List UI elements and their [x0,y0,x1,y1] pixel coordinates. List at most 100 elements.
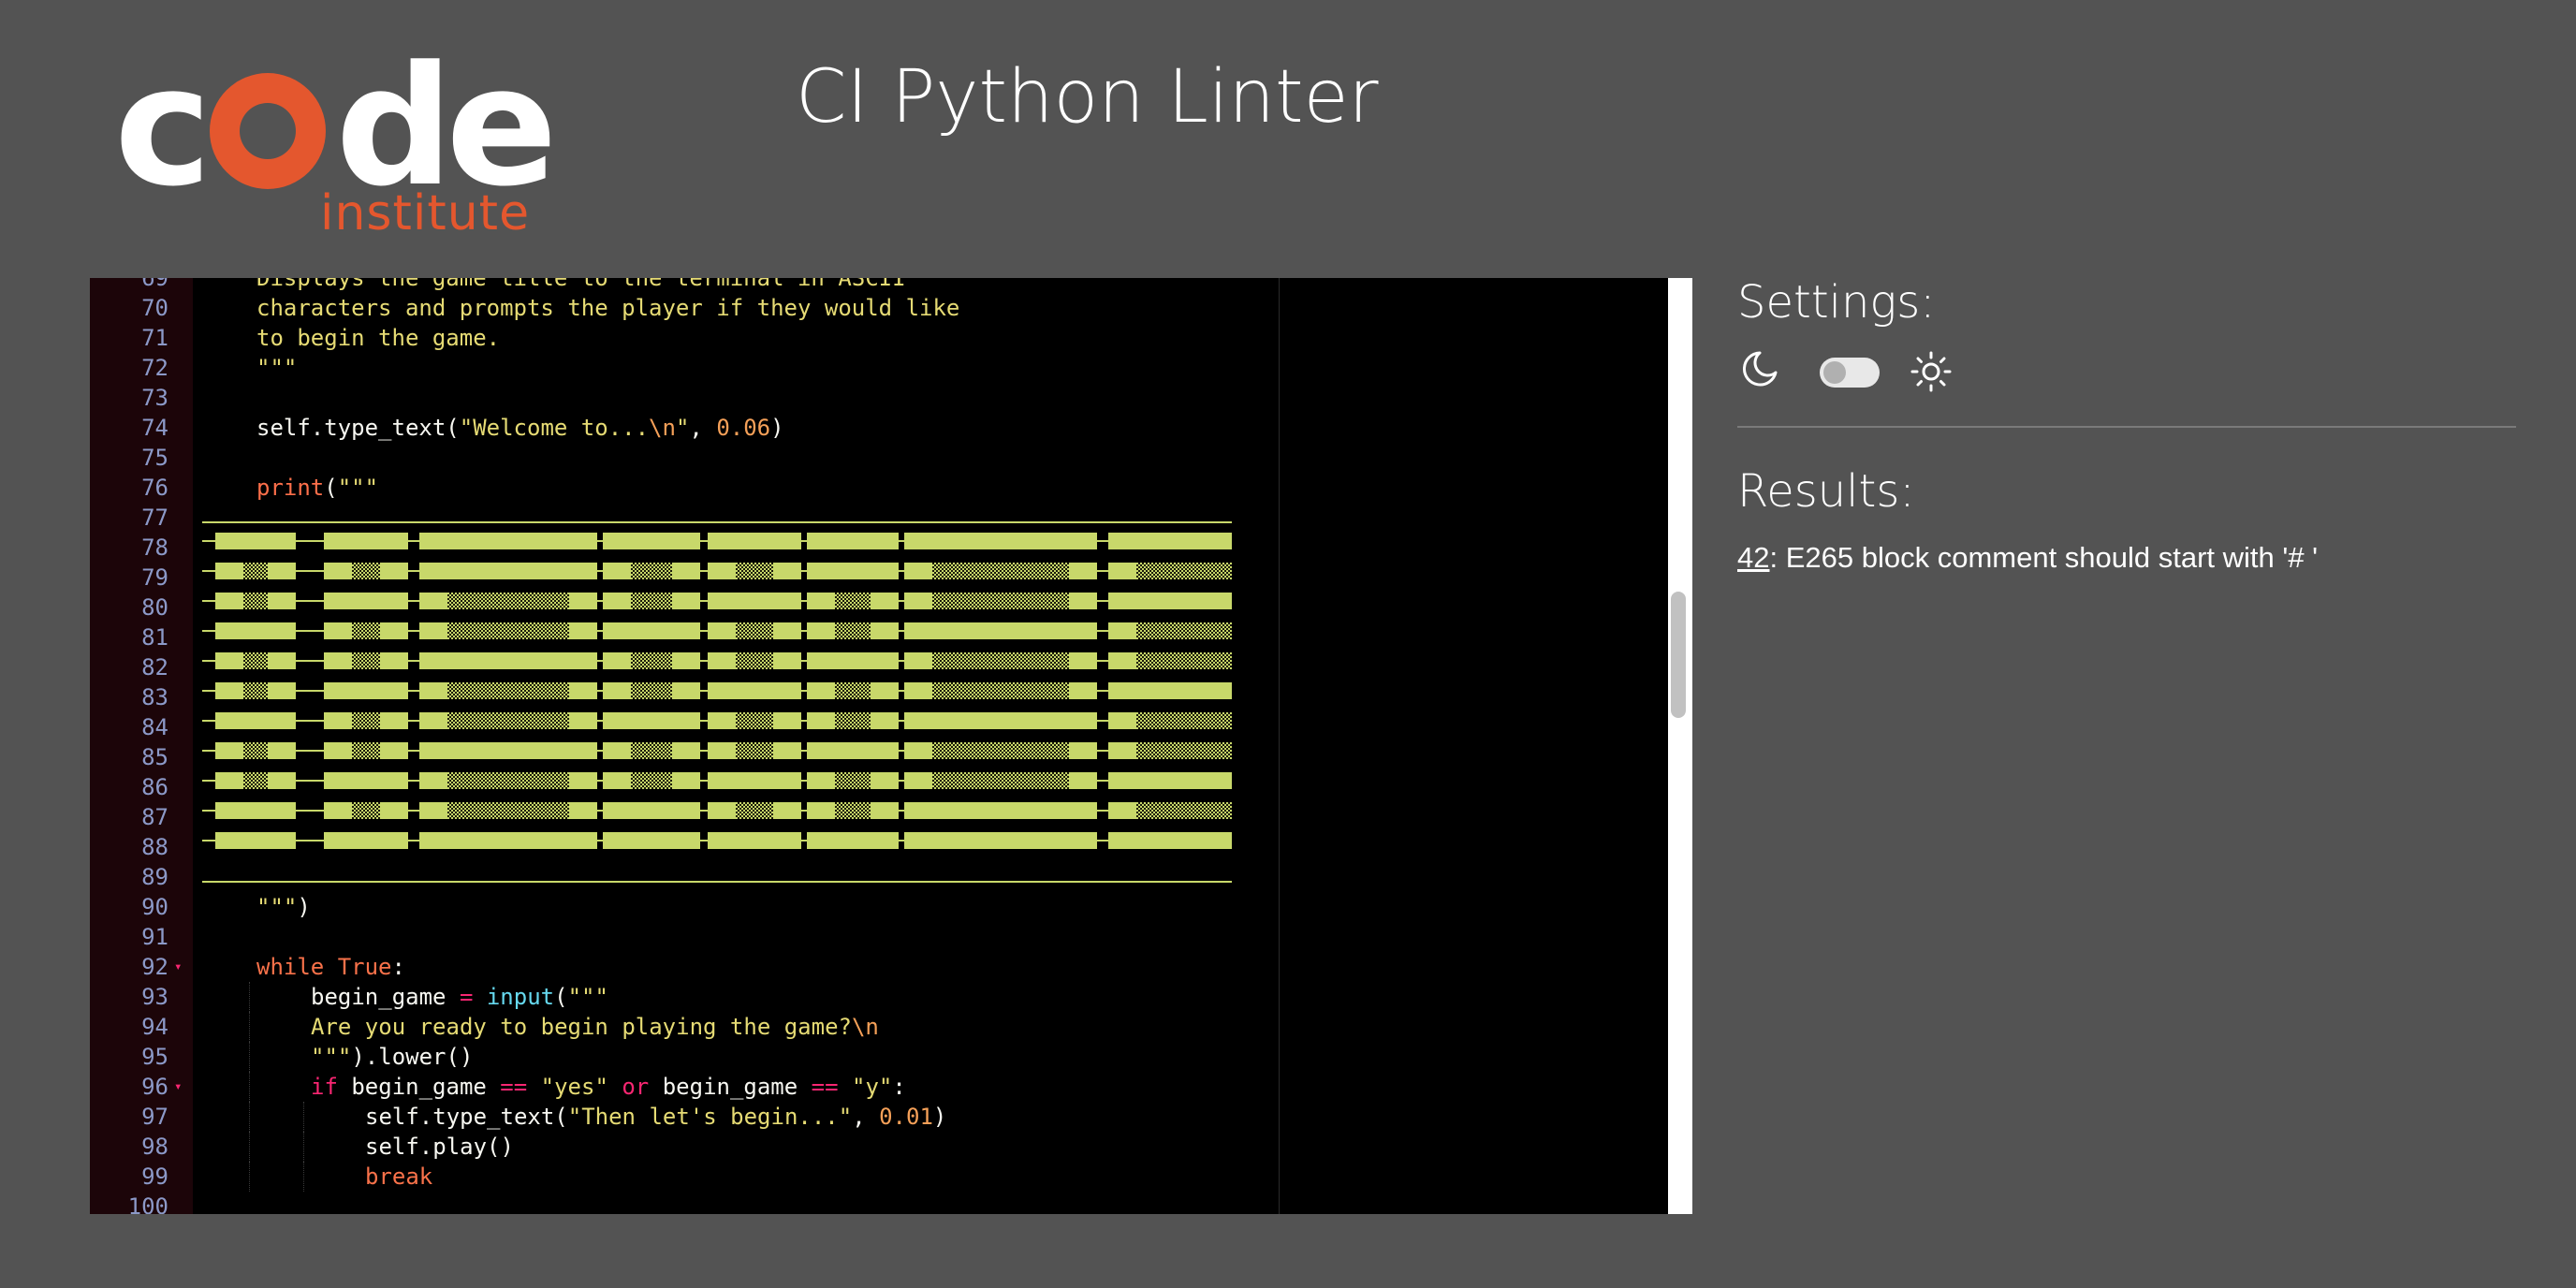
code-token: 0.01 [879,1104,933,1130]
code-token: ).lower() [351,1044,474,1070]
code-token: to begin the game. [256,325,501,351]
art-letter-block [380,802,408,819]
art-letter-block [871,622,899,639]
code-text: begin_game = input(""" [311,982,608,1012]
code-token: , [852,1104,880,1130]
code-token: """ [567,984,608,1010]
art-letter-block [773,622,801,639]
code-text: break [365,1162,432,1192]
line-number: 70 [141,295,168,321]
art-letter-block [871,652,899,669]
code-line: 76 print(""" [90,473,1668,503]
art-letter-block [1069,563,1097,579]
code-token: """ [256,355,298,381]
art-letter-fill [352,742,380,759]
moon-icon[interactable] [1739,348,1780,389]
art-letter-block [380,563,408,579]
line-number: 98 [141,1134,168,1160]
fold-toggle-icon[interactable]: ▾ [174,952,182,982]
indent-guide [249,1162,251,1192]
fold-toggle-icon[interactable]: ▾ [174,1072,182,1102]
code-editor[interactable]: 69 Displays the game title to the termina… [90,278,1668,1214]
art-letter-block [419,652,447,669]
art-letter-block [672,772,700,789]
art-letter-block [708,802,736,819]
art-letter-block [672,622,700,639]
art-letter-block [904,772,932,789]
art-letter-block [708,682,736,699]
art-letter-block [603,742,631,759]
line-number: 93 [141,984,168,1010]
code-token: begin_game [311,984,460,1010]
art-letter-block [1108,772,1136,789]
code-token: True [337,954,392,980]
art-letter-block [871,563,899,579]
code-token: while [256,954,325,980]
art-letter-block [807,772,835,789]
art-letter-fill [1136,712,1232,729]
art-letter-block [419,593,447,609]
art-letter-block [672,802,700,819]
code-line: 73 [90,383,1668,413]
theme-toggle[interactable] [1820,358,1880,388]
code-text: characters and prompts the player if the… [256,293,959,323]
line-number: 84 [141,714,168,740]
art-letter-block [1069,593,1097,609]
art-letter-block [268,682,296,699]
editor-scrollbar-thumb[interactable] [1671,592,1686,718]
code-token: "Welcome to... [459,415,650,441]
code-token: begin_game [337,1074,501,1100]
line-number: 78 [141,534,168,561]
art-letter-fill [932,802,1069,819]
art-letter-block [1069,772,1097,789]
art-letter-block [672,742,700,759]
editor-scrollbar-track[interactable] [1668,278,1692,1214]
code-text: Are you ready to begin playing the game?… [311,1012,879,1042]
art-letter-block [215,802,243,819]
code-text: to begin the game. [256,323,500,353]
art-letter-block [380,652,408,669]
sun-icon[interactable] [1910,350,1953,393]
art-letter-fill [835,593,871,609]
art-letter-fill [835,742,871,759]
art-letter-fill [243,802,268,819]
line-number: 73 [141,385,168,411]
art-letter-fill [932,772,1069,789]
art-letter-block [672,712,700,729]
art-letter-fill [1136,652,1232,669]
art-letter-fill [243,593,268,609]
art-letter-block [708,622,736,639]
result-line-link[interactable]: 42 [1737,541,1769,574]
art-letter-fill [447,802,569,819]
code-token: "Then let's begin..." [567,1104,853,1130]
line-number: 86 [141,774,168,800]
code-token: ) [932,1104,947,1130]
art-letter-block [1108,652,1136,669]
indent-guide [249,1072,251,1102]
art-letter-fill [243,682,268,699]
art-letter-block [1108,563,1136,579]
code-token: input [486,984,555,1010]
art-letter-block [324,832,408,849]
code-token: "yes" [540,1074,608,1100]
art-letter-block [324,742,352,759]
art-letter-block [807,712,835,729]
art-letter-fill [835,622,871,639]
code-line: 96 ▾ if begin_game == "yes" or begin_game … [90,1072,1668,1102]
art-letter-block [268,802,296,819]
art-letter-block [807,593,835,609]
art-letter-block [871,682,899,699]
art-letter-fill [736,682,773,699]
code-line: 74 self.type_text("Welcome to...\n", 0.06… [90,413,1668,443]
art-letter-fill [736,742,773,759]
theme-toggle-row [1739,348,1983,395]
art-letter-block [603,802,631,819]
art-letter-block [324,652,352,669]
art-letter-block [773,712,801,729]
line-number: 99 [141,1164,168,1190]
art-letter-block [807,652,835,669]
code-token: ( [554,984,568,1010]
art-letter-fill [243,742,268,759]
